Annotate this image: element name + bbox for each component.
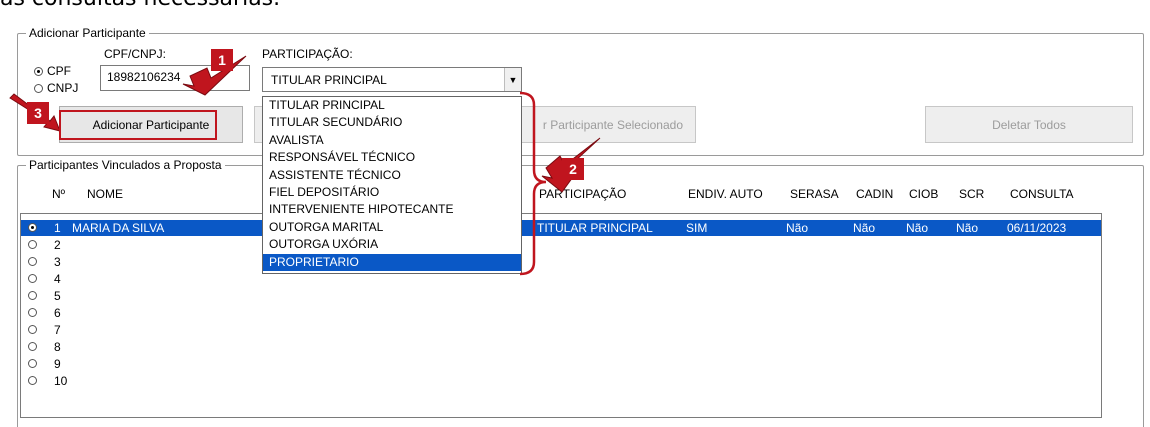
annotation-overlay (9, 55, 601, 276)
annotation-bracket (519, 91, 547, 276)
callout-1-badge: 1 (211, 49, 233, 71)
callout-2-badge: 2 (562, 158, 584, 180)
callout-3-badge: 3 (27, 102, 49, 124)
add-button-highlight (59, 110, 217, 140)
